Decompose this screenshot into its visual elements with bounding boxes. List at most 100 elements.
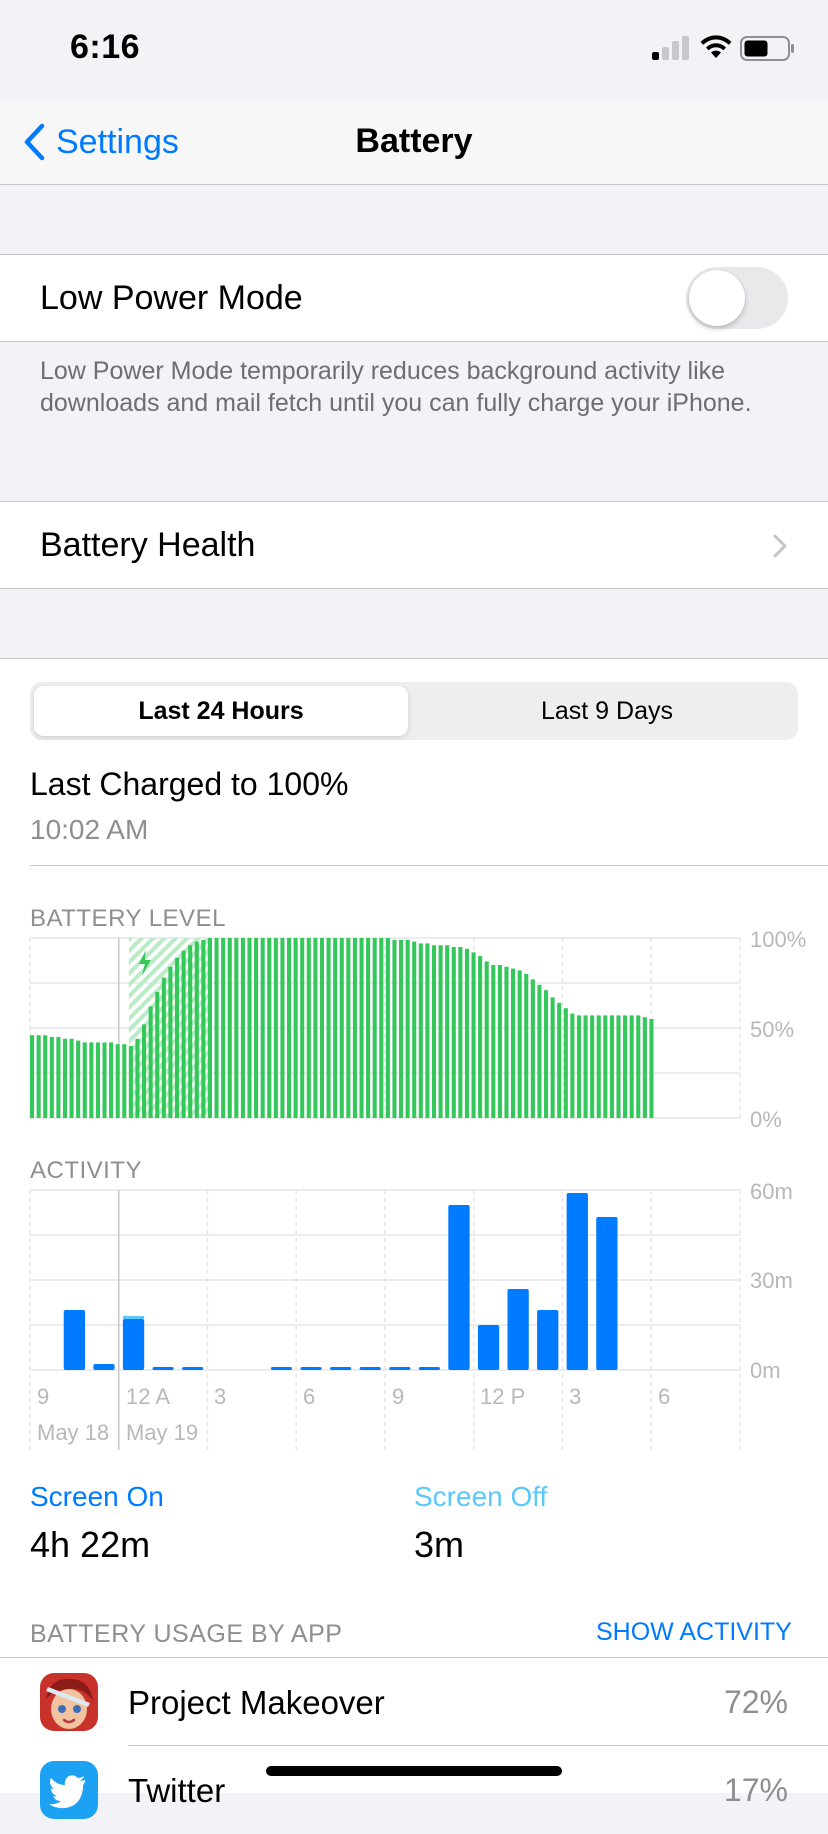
screen-on-bar bbox=[389, 1367, 411, 1370]
toggle-knob bbox=[689, 270, 745, 326]
battery-level-bar bbox=[254, 938, 259, 1118]
battery-level-bar bbox=[517, 970, 522, 1118]
battery-level-bar bbox=[471, 952, 476, 1118]
battery-level-bar bbox=[445, 945, 450, 1118]
app-row-project-makeover[interactable]: Project Makeover 72% bbox=[0, 1658, 828, 1746]
battery-level-bar bbox=[583, 1015, 588, 1118]
battery-level-bar bbox=[286, 938, 292, 1118]
battery-level-bar bbox=[161, 977, 166, 1118]
x-tick: 3 bbox=[569, 1384, 582, 1409]
battery-level-bar bbox=[181, 950, 186, 1118]
app-row-twitter[interactable]: Twitter 17% bbox=[0, 1746, 828, 1834]
x-tick: 6 bbox=[658, 1384, 671, 1409]
app-name: Twitter bbox=[128, 1772, 226, 1809]
battery-level-bar bbox=[385, 938, 390, 1118]
battery-level-bar bbox=[174, 957, 180, 1118]
battery-level-bar bbox=[95, 1042, 100, 1118]
battery-level-bar bbox=[214, 938, 219, 1118]
battery-level-bar bbox=[629, 1015, 634, 1118]
battery-level-bar bbox=[102, 1042, 107, 1118]
screen-on-label: Screen On bbox=[30, 1481, 164, 1512]
battery-level-bar bbox=[339, 938, 344, 1118]
battery-level-bar bbox=[366, 938, 371, 1118]
battery-level-bar bbox=[333, 938, 338, 1118]
battery-level-bar bbox=[155, 992, 160, 1118]
screen-off-value: 3m bbox=[414, 1524, 465, 1565]
screen-off-label: Screen Off bbox=[414, 1481, 548, 1512]
battery-level-bar bbox=[89, 1042, 94, 1118]
segment-last-9-days[interactable]: Last 9 Days bbox=[420, 686, 794, 736]
app-battery-percent: 17% bbox=[723, 1772, 788, 1808]
x-tick: 3 bbox=[214, 1384, 227, 1409]
screen-on-bar bbox=[152, 1367, 174, 1370]
battery-level-bar bbox=[240, 938, 245, 1118]
app-name: Project Makeover bbox=[128, 1684, 385, 1721]
battery-level-bar bbox=[484, 961, 489, 1118]
battery-level-bar bbox=[49, 1037, 54, 1118]
battery-health-label: Battery Health bbox=[40, 526, 256, 564]
chevron-left-icon bbox=[24, 123, 45, 161]
battery-level-bar bbox=[326, 938, 331, 1118]
screen-on-bar bbox=[477, 1325, 500, 1370]
screen-on-bar bbox=[122, 1319, 145, 1370]
battery-level-bar bbox=[188, 945, 193, 1118]
screen-on-bar bbox=[507, 1289, 529, 1370]
battery-level-bar bbox=[524, 974, 529, 1118]
screen-on-bar bbox=[270, 1367, 293, 1370]
screen-on-bar bbox=[418, 1367, 441, 1370]
screen-on-value: 4h 22m bbox=[30, 1524, 151, 1565]
battery-level-bar bbox=[36, 1035, 41, 1118]
battery-level-bar bbox=[30, 1035, 35, 1118]
battery-level-bar bbox=[221, 938, 226, 1118]
battery-level-bar bbox=[194, 941, 199, 1118]
screen-on-bar bbox=[63, 1310, 86, 1370]
cellular-signal-icon bbox=[652, 36, 689, 60]
battery-level-bar bbox=[478, 956, 483, 1118]
battery-level-bar bbox=[280, 938, 285, 1118]
battery-level-bar bbox=[405, 939, 410, 1118]
battery-level-bar bbox=[227, 938, 232, 1118]
battery-level-bar bbox=[537, 984, 542, 1118]
battery-level-bar bbox=[576, 1015, 582, 1118]
activity-y-tick-30m: 30m bbox=[750, 1268, 793, 1293]
battery-level-bar bbox=[372, 938, 377, 1118]
battery-level-bar bbox=[511, 968, 516, 1118]
show-activity-button[interactable]: SHOW ACTIVITY bbox=[596, 1618, 792, 1647]
battery-level-bar bbox=[69, 1038, 74, 1118]
battery-level-bar bbox=[82, 1042, 87, 1118]
activity-label: ACTIVITY bbox=[30, 1157, 143, 1184]
divider bbox=[30, 865, 828, 866]
activity-chart bbox=[29, 1189, 741, 1450]
battery-level-bar bbox=[491, 965, 496, 1118]
battery-level-bar bbox=[623, 1015, 628, 1118]
screen-on-bar bbox=[448, 1205, 470, 1370]
battery-level-bar bbox=[451, 947, 456, 1118]
battery-level-bar bbox=[352, 938, 357, 1118]
x-date-label: May 19 bbox=[126, 1420, 199, 1445]
battery-level-chart bbox=[29, 937, 741, 1119]
activity-y-tick-60m: 60m bbox=[750, 1179, 793, 1204]
battery-level-bar bbox=[530, 979, 535, 1118]
x-tick: 9 bbox=[37, 1384, 50, 1409]
segment-last-24-hours[interactable]: Last 24 Hours bbox=[34, 686, 408, 736]
battery-level-bar bbox=[438, 945, 443, 1118]
battery-level-label: BATTERY LEVEL bbox=[30, 905, 226, 932]
battery-level-bar bbox=[359, 938, 364, 1118]
battery-level-bar bbox=[418, 943, 423, 1118]
x-tick: 12 A bbox=[126, 1384, 171, 1409]
last-charged-time: 10:02 AM bbox=[30, 814, 149, 845]
battery-level-bar bbox=[115, 1044, 120, 1118]
battery-level-bar bbox=[346, 938, 351, 1118]
battery-level-bar bbox=[142, 1024, 147, 1118]
battery-level-bar bbox=[458, 947, 463, 1118]
battery-level-bar bbox=[464, 948, 469, 1118]
battery-level-bar bbox=[201, 939, 206, 1118]
battery-level-bar bbox=[207, 938, 213, 1118]
battery-health-row[interactable]: Battery Health bbox=[0, 501, 828, 589]
screen-on-bar bbox=[359, 1367, 381, 1370]
battery-level-bar bbox=[642, 1017, 647, 1118]
battery-level-bar bbox=[431, 945, 437, 1118]
battery-level-bar bbox=[609, 1015, 614, 1118]
low-power-mode-toggle[interactable] bbox=[686, 267, 788, 329]
back-button[interactable]: Settings bbox=[22, 118, 179, 166]
